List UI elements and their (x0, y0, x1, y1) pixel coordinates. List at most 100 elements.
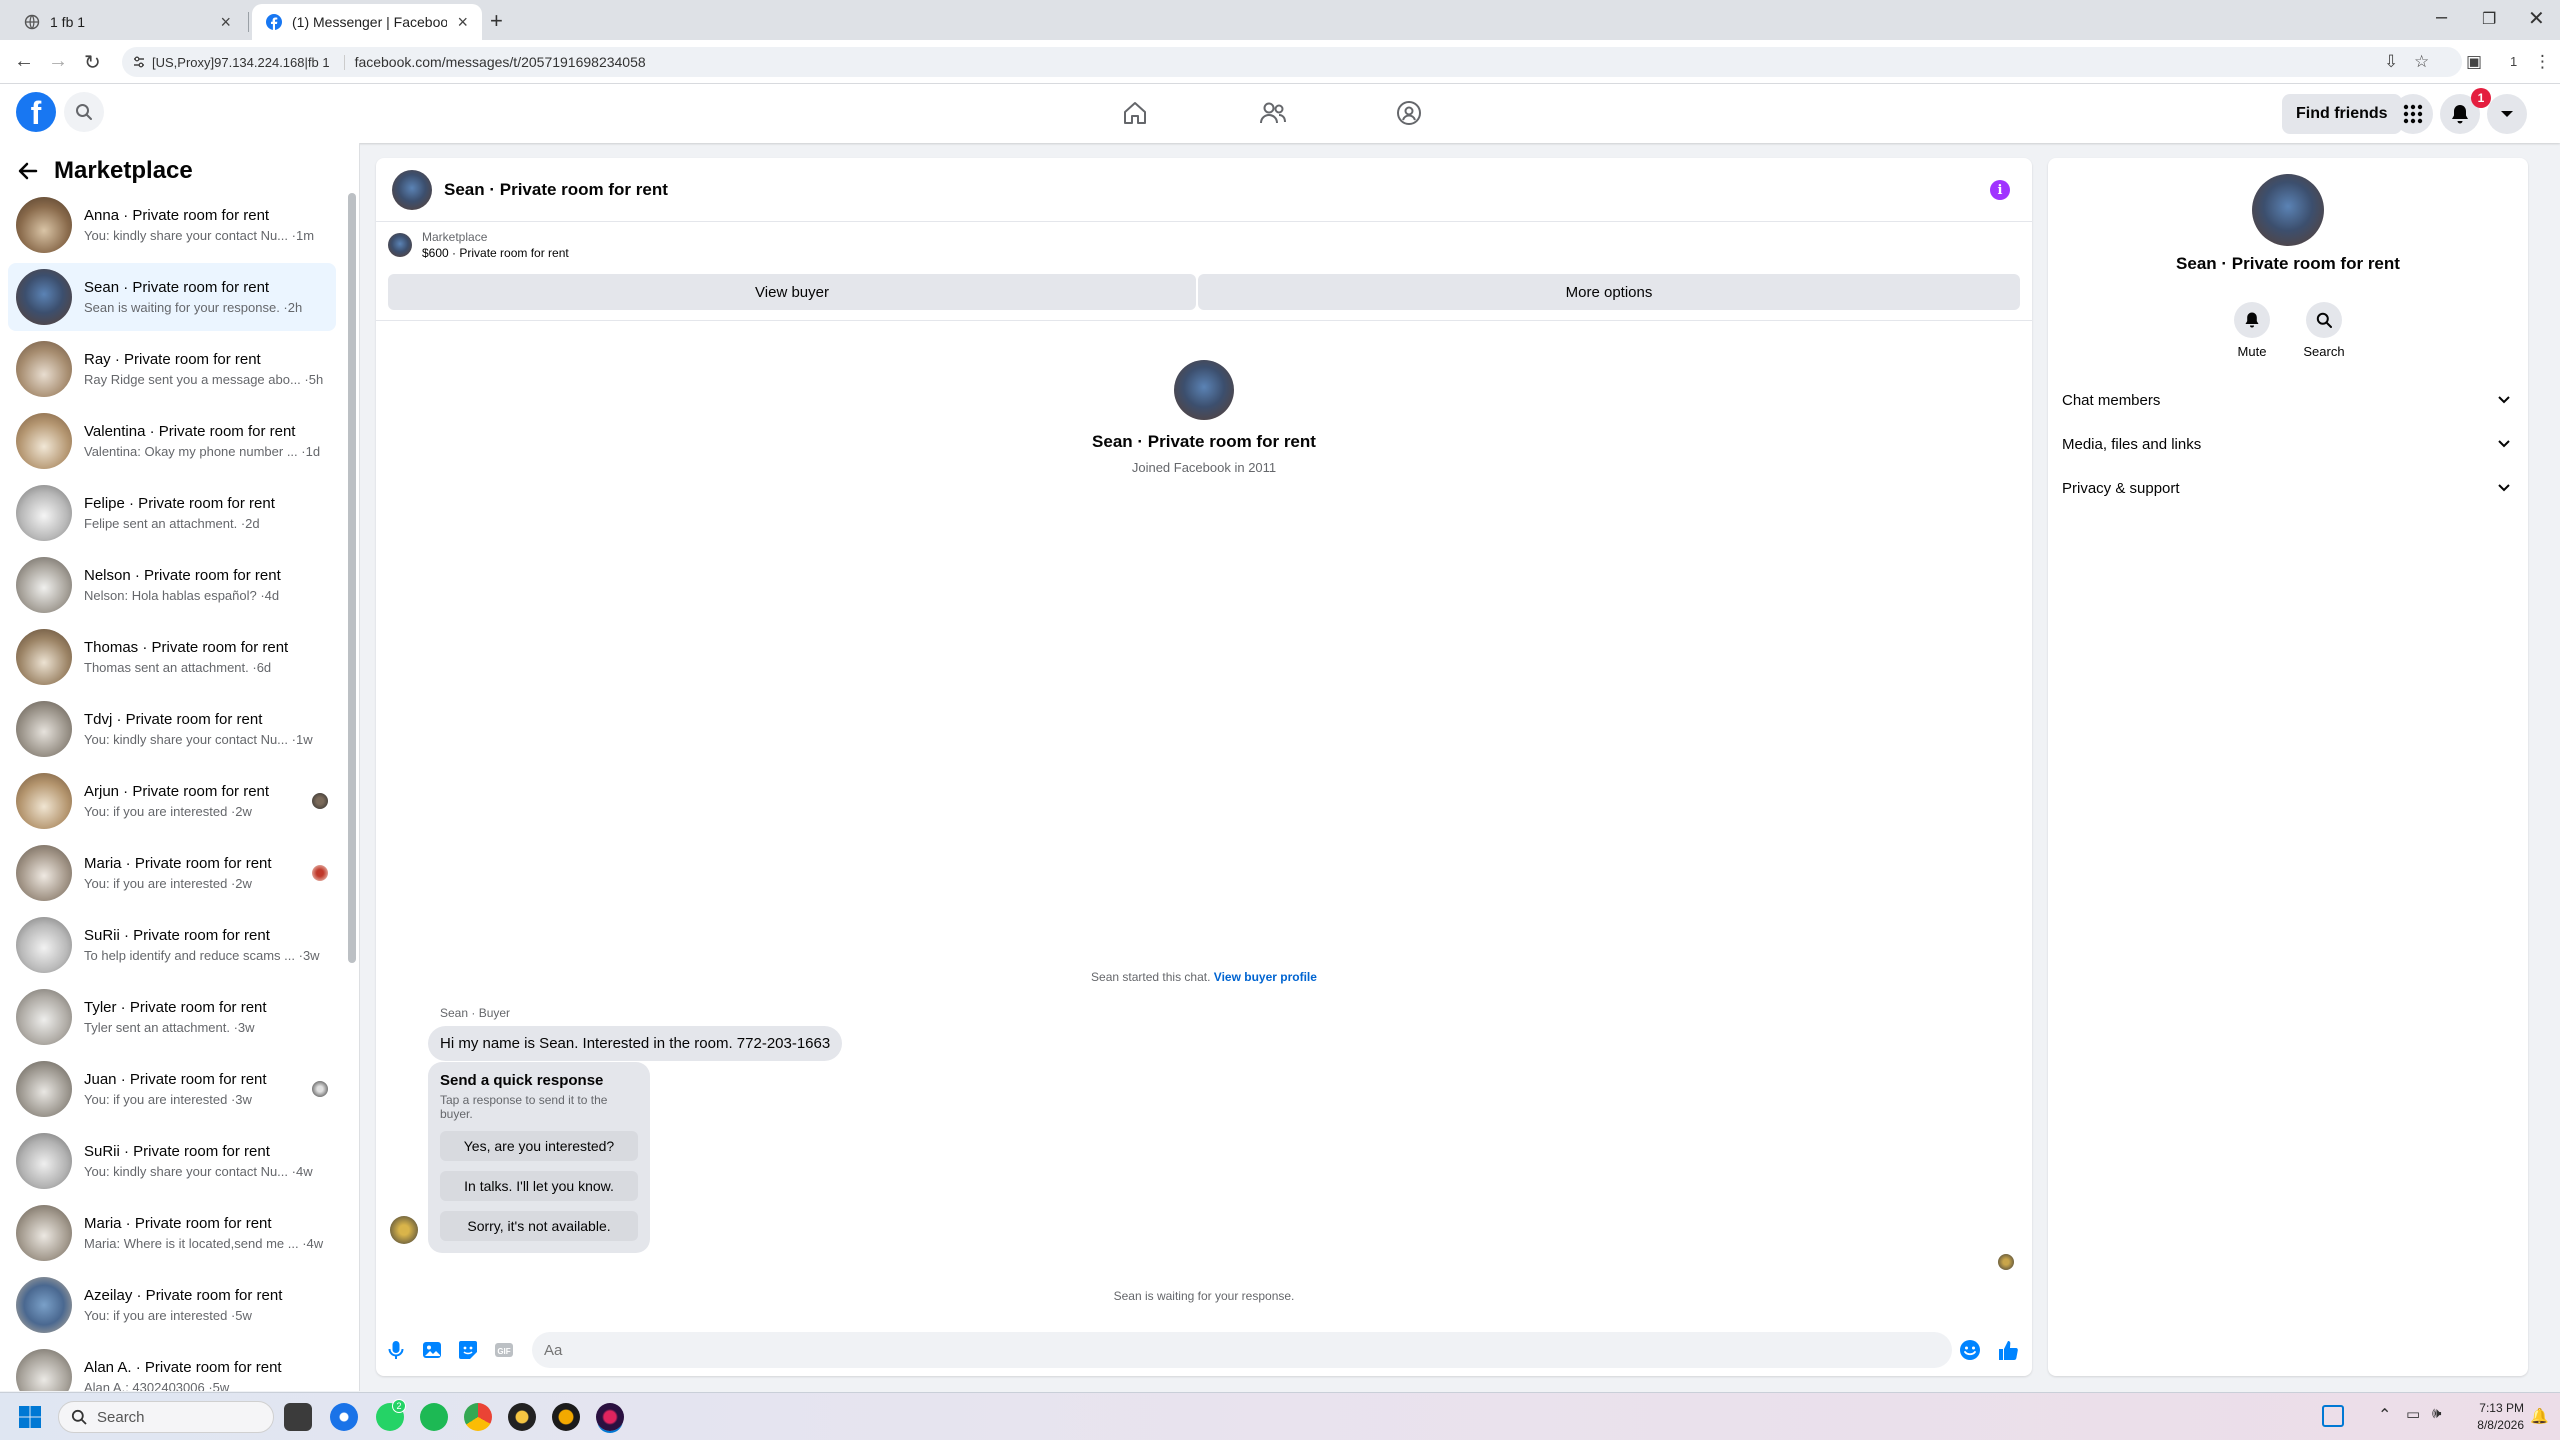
close-tab-icon[interactable]: × (220, 12, 231, 33)
find-friends-button[interactable]: Find friends (2282, 94, 2402, 134)
conversation-item[interactable]: Tyler · Private room for rent Tyler sent … (8, 983, 336, 1051)
file-explorer-icon[interactable] (284, 1403, 312, 1431)
chrome-menu-icon[interactable]: ⋮ (2534, 52, 2551, 72)
volume-icon[interactable]: 🕪 (2432, 1405, 2441, 1422)
groups-icon[interactable] (1392, 96, 1426, 130)
conversation-item[interactable]: Nelson · Private room for rent Nelson: Ho… (8, 551, 336, 619)
message-bubble[interactable]: Hi my name is Sean. Interested in the ro… (428, 1026, 843, 1061)
privacy-support-section[interactable]: Privacy & support (2062, 468, 2514, 508)
conversation-snippet: You: if you are interested ·3w (84, 1092, 252, 1107)
mute-label: Mute (2237, 344, 2267, 359)
microphone-icon[interactable] (384, 1338, 408, 1362)
sender-avatar[interactable] (390, 1216, 418, 1244)
message-composer: GIF (376, 1324, 2032, 1376)
show-hidden-icons[interactable]: ⌃ (2378, 1405, 2391, 1425)
quick-response-option[interactable]: In talks. I'll let you know. (440, 1171, 638, 1201)
photo-icon[interactable] (420, 1338, 444, 1362)
search-conversation-button[interactable]: Search (2294, 302, 2354, 359)
bookmark-star-icon[interactable]: ☆ (2414, 52, 2429, 72)
details-avatar[interactable] (2252, 174, 2324, 246)
conversation-item[interactable]: Ray · Private room for rent Ray Ridge sen… (8, 335, 336, 403)
network-icon[interactable]: ▭ (2406, 1405, 2420, 1423)
chat-members-section[interactable]: Chat members (2062, 380, 2514, 420)
listing-thumbnail (16, 557, 72, 613)
home-icon[interactable] (1118, 96, 1152, 130)
chevron-down-icon (2498, 484, 2510, 492)
chrome-browser-icon[interactable] (330, 1403, 358, 1431)
media-files-section[interactable]: Media, files and links (2062, 424, 2514, 464)
quick-response-option[interactable]: Sorry, it's not available. (440, 1211, 638, 1241)
chrome-profile-icon[interactable] (464, 1403, 492, 1431)
windows-start-icon[interactable] (18, 1405, 42, 1434)
conversation-item[interactable]: Valentina · Private room for rent Valenti… (8, 407, 336, 475)
conversation-item[interactable]: Maria · Private room for rent You: if you… (8, 839, 336, 907)
active-app-icon[interactable] (596, 1403, 624, 1431)
account-menu-button[interactable] (2487, 94, 2527, 134)
sidebar-scrollbar[interactable] (348, 193, 356, 963)
facebook-logo-icon[interactable]: f (16, 92, 56, 132)
facebook-favicon-icon (266, 14, 282, 30)
gif-icon[interactable]: GIF (492, 1338, 516, 1362)
emoji-icon[interactable] (1958, 1338, 1982, 1362)
conversation-item[interactable]: Juan · Private room for rent You: if you … (8, 1055, 336, 1123)
search-button[interactable] (64, 92, 104, 132)
reload-icon[interactable]: ↻ (84, 50, 101, 75)
message-input[interactable] (532, 1332, 1952, 1368)
notification-center-icon[interactable]: 🔔 (2530, 1407, 2549, 1425)
minimize-icon[interactable]: – (2436, 6, 2447, 29)
chat-avatar[interactable] (392, 169, 432, 210)
restore-icon[interactable]: ❐ (2482, 9, 2496, 29)
app-icon[interactable] (552, 1403, 580, 1431)
mute-button[interactable]: Mute (2222, 302, 2282, 359)
menu-grid-button[interactable] (2393, 94, 2433, 134)
listing-thumbnail (16, 1205, 72, 1261)
conversation-name: Sean · Private room for rent (84, 279, 270, 296)
conversation-item-selected[interactable]: Sean · Private room for rent Sean is wait… (8, 263, 336, 331)
back-arrow-icon[interactable] (16, 159, 40, 183)
conversation-item[interactable]: SuRii · Private room for rent You: kindly… (8, 1127, 336, 1195)
site-chip-label: [US,Proxy]97.134.224.168|fb 1 (152, 54, 330, 70)
profile-avatar[interactable] (1174, 360, 1234, 420)
marketplace-listing-row[interactable]: Marketplace $600 · Private room for rent (388, 230, 569, 260)
site-info-chip[interactable]: [US,Proxy]97.134.224.168|fb 1 (132, 54, 345, 70)
conversation-item[interactable]: Arjun · Private room for rent You: if you… (8, 767, 336, 835)
chat-title[interactable]: Sean · Private room for rent (444, 180, 668, 200)
profile-switch-icon[interactable]: ▣ (2466, 52, 2482, 72)
profile-count[interactable]: 1 (2510, 54, 2517, 69)
close-window-icon[interactable]: ✕ (2528, 6, 2545, 31)
forward-icon[interactable]: → (48, 50, 68, 73)
conversation-snippet: Alan A.: 4302403006 ·5w (84, 1380, 230, 1391)
bell-icon (2245, 312, 2259, 328)
conversation-item[interactable]: SuRii · Private room for rent To help ide… (8, 911, 336, 979)
browser-tab[interactable]: 1 fb 1 × (10, 4, 245, 40)
conversation-item[interactable]: Thomas · Private room for rent Thomas sen… (8, 623, 336, 691)
widgets-icon[interactable] (2322, 1405, 2344, 1427)
conversation-item[interactable]: Felipe · Private room for rent Felipe sen… (8, 479, 336, 547)
bell-icon (2452, 105, 2468, 124)
conversation-item[interactable]: Maria · Private room for rent Maria: Wher… (8, 1199, 336, 1267)
info-icon[interactable]: i (1990, 180, 2010, 200)
new-tab-icon[interactable]: + (490, 8, 503, 34)
more-options-button[interactable]: More options (1198, 274, 2020, 310)
section-label: Privacy & support (2062, 479, 2180, 497)
app-icon[interactable] (508, 1403, 536, 1431)
back-icon[interactable]: ← (14, 50, 34, 73)
friends-icon[interactable] (1256, 96, 1290, 130)
conversation-item[interactable]: Anna · Private room for rent You: kindly … (8, 191, 336, 259)
view-buyer-button[interactable]: View buyer (388, 274, 1196, 310)
thumbs-up-icon[interactable] (1996, 1338, 2020, 1362)
conversation-item[interactable]: Tdvj · Private room for rent You: kindly … (8, 695, 336, 763)
conversation-item[interactable]: Azeilay · Private room for rent You: if y… (8, 1271, 336, 1339)
system-clock[interactable]: 7:13 PM 8/8/2026 (2466, 1400, 2524, 1434)
close-tab-icon[interactable]: × (457, 12, 468, 33)
omnibox[interactable]: [US,Proxy]97.134.224.168|fb 1 facebook.c… (122, 47, 2462, 77)
conversation-item[interactable]: Alan A. · Private room for rent Alan A.: … (8, 1343, 336, 1391)
conversation-name: SuRii · Private room for rent (84, 927, 270, 944)
install-app-icon[interactable]: ⇩ (2384, 52, 2398, 72)
view-buyer-profile-link[interactable]: View buyer profile (1214, 970, 1317, 984)
browser-tab-active[interactable]: (1) Messenger | Facebook × (252, 4, 482, 40)
taskbar-search[interactable]: Search (58, 1401, 274, 1433)
quick-response-option[interactable]: Yes, are you interested? (440, 1131, 638, 1161)
sticker-icon[interactable] (456, 1338, 480, 1362)
spotify-icon[interactable] (420, 1403, 448, 1431)
